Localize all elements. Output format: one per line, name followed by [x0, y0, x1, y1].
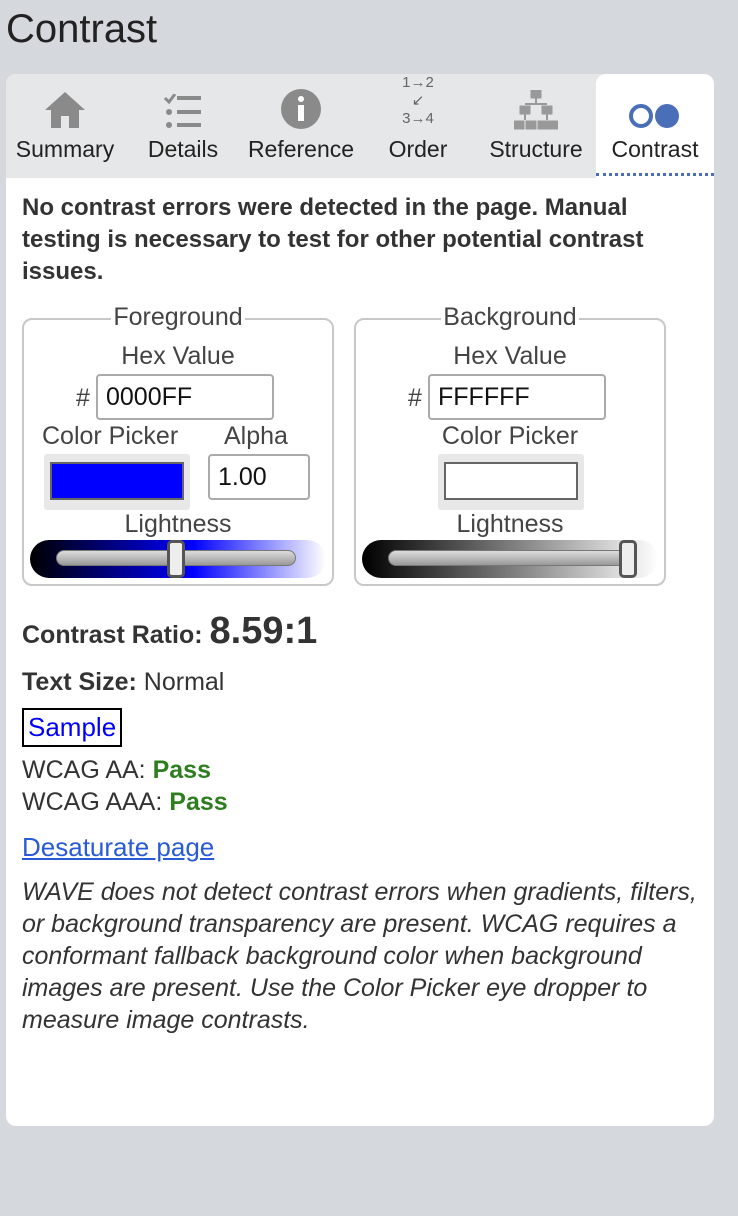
tab-structure[interactable]: Structure — [484, 74, 588, 178]
foreground-picker: Foreground Hex Value # Color Picker Alph… — [22, 303, 334, 586]
order-icon-top: 1→2 — [402, 74, 434, 91]
tab-label: Order — [388, 136, 448, 162]
text-size: Text Size: Normal — [22, 668, 224, 697]
tab-label: Contrast — [611, 136, 699, 162]
foreground-swatch-color — [50, 462, 184, 500]
slider-track — [388, 550, 628, 566]
foreground-hex-label: Hex Value — [121, 342, 235, 370]
tab-details[interactable]: Details — [136, 74, 230, 178]
order-icon-arrow: ↙ — [411, 92, 425, 109]
tab-label: Reference — [247, 136, 355, 162]
list-icon — [163, 74, 203, 134]
foreground-hash: # — [76, 384, 90, 412]
info-icon — [280, 74, 322, 134]
tab-reference[interactable]: Reference — [242, 74, 360, 178]
foreground-alpha-input[interactable] — [208, 454, 310, 500]
foreground-legend: Foreground — [111, 303, 245, 331]
tab-order[interactable]: 1→2 ↙ 3→4 Order — [378, 74, 458, 178]
tab-label: Structure — [489, 136, 583, 162]
background-legend: Background — [441, 303, 579, 331]
tab-label: Details — [147, 136, 219, 162]
text-size-value: Normal — [143, 668, 225, 696]
contrast-note: WAVE does not detect contrast errors whe… — [22, 878, 697, 1034]
contrast-ratio: Contrast Ratio: 8.59:1 — [22, 610, 317, 653]
foreground-alpha-label: Alpha — [224, 422, 288, 450]
tab-bar: Summary Details Reference 1→2 ↙ 3→4 Orde… — [6, 74, 714, 178]
background-lightness-slider[interactable] — [362, 540, 658, 578]
tab-summary[interactable]: Summary — [6, 74, 124, 178]
wcag-aaa-result: Pass — [169, 788, 228, 816]
contrast-icon — [627, 74, 683, 134]
desaturate-wrap: Desaturate page — [22, 832, 214, 863]
structure-icon — [514, 74, 558, 134]
tab-contrast[interactable]: Contrast — [596, 74, 714, 178]
slider-thumb[interactable] — [167, 540, 185, 578]
background-color-swatch[interactable] — [438, 454, 584, 510]
wcag-aa-result: Pass — [152, 756, 211, 784]
contrast-content: No contrast errors were detected in the … — [22, 192, 702, 1034]
order-icon: 1→2 ↙ 3→4 — [402, 74, 434, 134]
foreground-color-picker-label: Color Picker — [42, 422, 179, 450]
background-hex-input[interactable] — [428, 374, 606, 420]
contrast-ratio-label: Contrast Ratio: — [22, 621, 203, 649]
foreground-color-swatch[interactable] — [44, 454, 190, 510]
background-hash: # — [408, 384, 422, 412]
background-hex-label: Hex Value — [453, 342, 567, 370]
tab-label: Summary — [15, 136, 115, 162]
sample-wrap: Sample — [22, 708, 123, 747]
wcag-aa: WCAG AA: Pass — [22, 756, 211, 785]
background-picker: Background Hex Value # Color Picker Ligh… — [354, 303, 666, 586]
background-lightness-label: Lightness — [456, 510, 564, 538]
slider-thumb[interactable] — [619, 540, 637, 578]
wcag-aaa: WCAG AAA: Pass — [22, 788, 228, 817]
wave-panel: Summary Details Reference 1→2 ↙ 3→4 Orde… — [6, 74, 714, 1126]
foreground-hex-input[interactable] — [96, 374, 274, 420]
foreground-lightness-label: Lightness — [124, 510, 232, 538]
order-icon-bottom: 3→4 — [402, 110, 434, 127]
status-message: No contrast errors were detected in the … — [22, 194, 644, 285]
page-title: Contrast — [6, 7, 158, 51]
sample-text: Sample — [22, 708, 123, 747]
wcag-aa-label: WCAG AA: — [22, 756, 146, 784]
background-color-picker-label: Color Picker — [441, 422, 579, 450]
wcag-aaa-label: WCAG AAA: — [22, 788, 163, 816]
background-swatch-color — [444, 462, 578, 500]
contrast-ratio-value: 8.59:1 — [209, 610, 318, 652]
home-icon — [43, 74, 87, 134]
desaturate-page-link[interactable]: Desaturate page — [22, 832, 214, 862]
text-size-label: Text Size: — [22, 668, 137, 696]
foreground-lightness-slider[interactable] — [30, 540, 326, 578]
